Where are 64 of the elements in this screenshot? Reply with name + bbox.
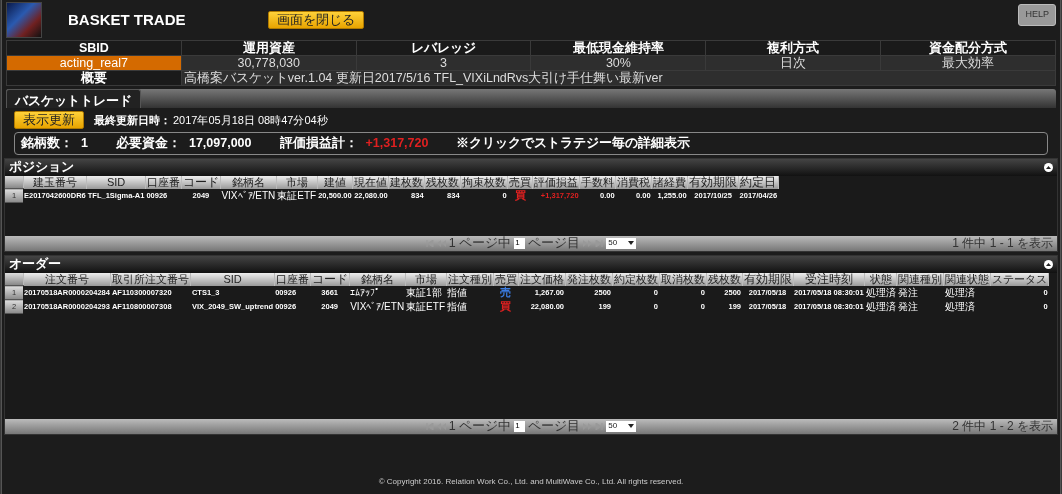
stat-label: 銘柄数： [21,135,73,152]
table-cell-text: 東証ETF [405,300,446,314]
column-header: SBID [6,40,182,56]
page-size-select[interactable]: 50 [606,420,637,432]
column-header: 複利方式 [705,40,881,56]
collapse-icon[interactable] [1044,259,1053,269]
refresh-button[interactable]: 表示更新 [14,111,84,129]
stat-label: 評価損益計： [279,135,358,152]
panel-title: オーダー [9,256,61,272]
last-page-icon[interactable] [595,422,604,430]
table-cell: 処理済 [943,285,991,300]
page-of-label: 1 ページ中 [448,417,512,435]
table-cell: ｴﾑｱｯﾌﾟ [349,285,406,300]
previous-page-icon[interactable] [436,422,446,430]
stat-value: 17,097,000 [188,135,252,152]
table-cell-text: VIXﾍﾞｱ/ETN [349,300,406,314]
detail-note: ※クリックでストラテジー毎の詳細表示 [456,135,691,152]
table-cell-text: 買 [499,299,512,314]
help-button[interactable]: HELP [1018,4,1056,26]
column-header: 最低現金維持率 [531,40,706,56]
next-page-icon[interactable] [583,239,593,247]
close-screen-button[interactable]: 画面を閉じる [268,11,364,29]
page-suffix-label: ページ目 [528,234,581,252]
column-header: 資金配分方式 [880,40,1056,56]
last-page-icon[interactable] [595,239,604,247]
stat-label: 必要資金： [115,135,181,152]
page-size-select[interactable]: 50 [606,237,637,249]
table-cell: 東証1部 [405,285,446,300]
table-cell: 指値 [446,285,493,300]
page-field[interactable]: 1 [514,237,526,249]
table-cell-text: 発注 [896,300,919,314]
page-of-label: 1 ページ中 [448,234,512,252]
summary-bar[interactable]: 銘柄数： 1 必要資金： 17,097,000 評価損益計： +1,317,720 ※クリックでストラテジー毎の詳細表示 [14,132,1048,155]
column-header: 運用資産 [181,40,357,56]
first-page-icon[interactable] [425,422,434,430]
table-cell: 買 [507,188,533,203]
table-cell: 売 [493,285,518,300]
column-header: レバレッジ [356,40,531,56]
record-count: 2 件中 1 - 2 を表示 [952,418,1053,436]
last-updated-label: 最終更新日時： [94,112,171,128]
table-cell-text: VIXﾍﾞｱ/ETN [220,189,277,203]
dropdown-caret-icon [628,241,635,246]
stat-value: 1 [81,135,88,152]
table-cell: 発注 [896,285,944,300]
page-field[interactable]: 1 [514,420,526,432]
last-updated-time: 2017年05月18日 08時47分04秒 [173,112,328,128]
previous-page-icon[interactable] [436,239,446,247]
table-cell-text: 指値 [446,300,468,314]
table-cell-text: 処理済 [943,300,976,314]
page-suffix-label: ページ目 [528,417,581,435]
table-cell-text: 処理済 [864,300,897,314]
app-title: BASKET TRADE [68,9,187,30]
first-page-icon[interactable] [425,239,434,247]
copyright-text: © Copyright 2016. Relation Work Co., Ltd. and MultiWave Co., Ltd. All rights reserved. [377,476,685,488]
table-cell-text: 処理済 [864,286,897,300]
collapse-icon[interactable] [1044,162,1053,172]
table-cell-text: 東証ETF [276,189,318,203]
dropdown-caret-icon [628,424,635,429]
next-page-icon[interactable] [583,422,593,430]
photo-placeholder [6,2,42,38]
record-count: 1 件中 1 - 1 を表示 [952,235,1053,253]
tab[interactable]: バスケットトレード [6,89,141,108]
panel-title: ポジション [9,159,74,175]
stat-value: +1,317,720 [365,135,429,152]
